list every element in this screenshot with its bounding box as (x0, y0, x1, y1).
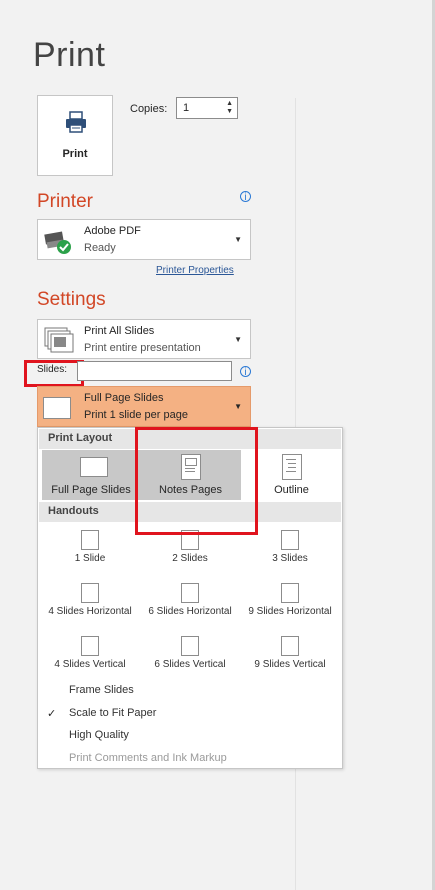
handout-label: 6 Slides Vertical (154, 659, 226, 670)
checkmark-icon: ✓ (47, 708, 57, 720)
handout-icon (281, 530, 299, 550)
copies-value: 1 (183, 102, 190, 114)
printer-status-icon (44, 231, 71, 254)
handout-label: 4 Slides Horizontal (48, 606, 132, 617)
handout-4-slides-horizontal[interactable]: 4 Slides Horizontal (40, 583, 140, 617)
handout-6-slides-vertical[interactable]: 6 Slides Vertical (140, 636, 240, 670)
print-range-dropdown[interactable]: Print All Slides Print entire presentati… (37, 319, 251, 359)
option-frame-slides[interactable]: Frame Slides (69, 684, 134, 696)
slides-stack-icon (44, 327, 74, 353)
outline-icon (282, 454, 302, 480)
printer-heading: Printer (37, 191, 93, 212)
handout-icon (281, 636, 299, 656)
print-range-title: Print All Slides (84, 325, 155, 337)
handout-label: 2 Slides (172, 553, 208, 564)
handout-2-slides[interactable]: 2 Slides (140, 530, 240, 564)
printer-properties-link[interactable]: Printer Properties (156, 265, 234, 276)
chevron-down-icon: ▼ (234, 335, 242, 344)
layout-full-page-slides[interactable]: Full Page Slides (42, 450, 140, 500)
info-icon[interactable]: i (240, 366, 251, 378)
handout-1-slide[interactable]: 1 Slide (40, 530, 140, 564)
print-range-subtitle: Print entire presentation (84, 342, 201, 354)
page-title: Print (33, 36, 106, 74)
layout-dropdown[interactable]: Full Page Slides Print 1 slide per page … (37, 386, 251, 427)
handout-label: 3 Slides (272, 553, 308, 564)
layout-title: Full Page Slides (84, 392, 164, 404)
printer-name: Adobe PDF (84, 225, 141, 237)
chevron-down-icon: ▼ (234, 235, 242, 244)
handout-4-slides-vertical[interactable]: 4 Slides Vertical (40, 636, 140, 670)
handout-icon (181, 583, 199, 603)
layout-label: Full Page Slides (51, 484, 131, 496)
handout-icon (281, 583, 299, 603)
annotation-highlight-slides (24, 360, 84, 387)
option-high-quality[interactable]: High Quality (69, 729, 129, 741)
option-scale-to-fit-paper[interactable]: Scale to Fit Paper (69, 707, 156, 719)
handout-icon (81, 530, 99, 550)
copies-input[interactable]: 1 ▲ ▼ (176, 97, 238, 119)
printer-status: Ready (84, 242, 116, 254)
handout-label: 9 Slides Vertical (254, 659, 326, 670)
handout-icon (181, 636, 199, 656)
chevron-down-icon: ▼ (234, 402, 242, 411)
info-icon[interactable]: i (240, 191, 251, 203)
handout-label: 9 Slides Horizontal (248, 606, 332, 617)
layout-label: Outline (274, 484, 309, 496)
option-print-comments: Print Comments and Ink Markup (69, 752, 227, 764)
full-page-slide-icon (80, 457, 108, 477)
handout-label: 4 Slides Vertical (54, 659, 126, 670)
layout-subtitle: Print 1 slide per page (84, 409, 188, 421)
handout-9-slides-horizontal[interactable]: 9 Slides Horizontal (240, 583, 340, 617)
handout-icon (81, 636, 99, 656)
printer-dropdown[interactable]: Adobe PDF Ready ▼ (37, 219, 251, 260)
print-button-label: Print (62, 148, 88, 160)
copies-spinner[interactable]: ▲ ▼ (226, 100, 233, 116)
print-button[interactable]: Print (37, 95, 113, 176)
slides-input[interactable] (77, 361, 232, 381)
annotation-highlight-notes-pages (135, 427, 258, 535)
handout-6-slides-horizontal[interactable]: 6 Slides Horizontal (140, 583, 240, 617)
handout-label: 1 Slide (74, 553, 106, 564)
handout-label: 6 Slides Horizontal (148, 606, 232, 617)
handout-3-slides[interactable]: 3 Slides (240, 530, 340, 564)
copies-label: Copies: (130, 103, 168, 115)
full-page-slide-icon (43, 397, 71, 419)
settings-heading: Settings (37, 289, 106, 310)
handout-9-slides-vertical[interactable]: 9 Slides Vertical (240, 636, 340, 670)
printer-icon (66, 111, 86, 133)
layout-outline[interactable]: Outline (244, 450, 339, 500)
handout-icon (81, 583, 99, 603)
